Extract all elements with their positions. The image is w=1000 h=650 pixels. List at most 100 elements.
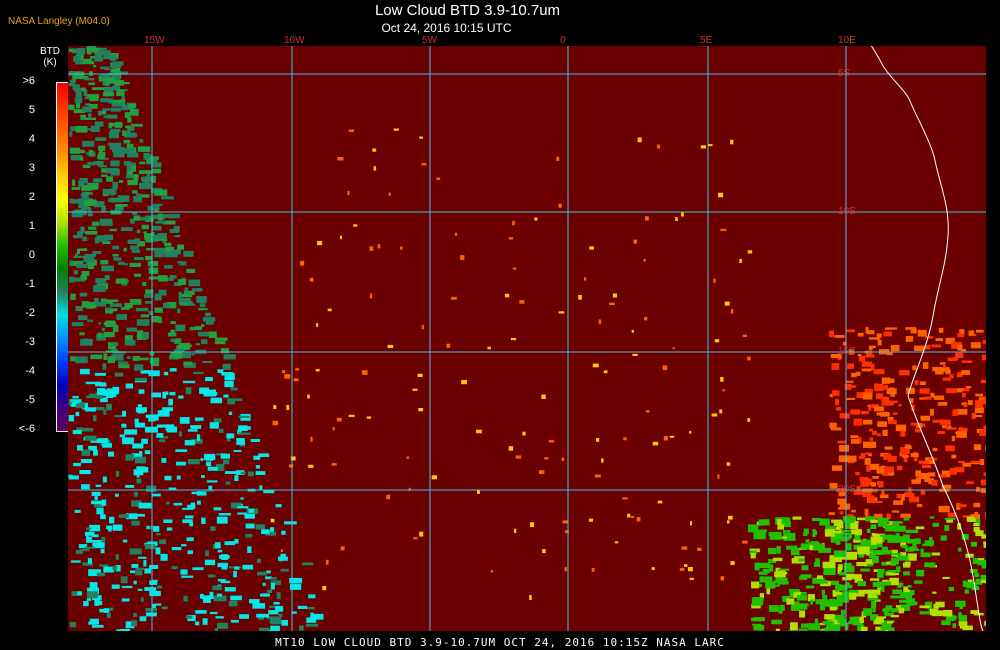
cloud-pixel bbox=[974, 512, 979, 519]
cloud-pixel bbox=[792, 516, 802, 520]
cloud-pixel bbox=[758, 519, 766, 526]
cloud-pixel bbox=[643, 258, 646, 262]
cloud-pixel bbox=[105, 167, 119, 174]
cloud-pixel bbox=[870, 524, 877, 529]
cloud-pixel bbox=[720, 377, 724, 382]
cloud-pixel bbox=[115, 554, 119, 560]
cloud-pixel bbox=[133, 580, 137, 585]
cloud-pixel bbox=[217, 562, 228, 568]
cloud-pixel bbox=[68, 415, 75, 422]
cloud-pixel bbox=[139, 616, 147, 622]
cloud-pixel bbox=[237, 506, 249, 509]
cloud-pixel bbox=[107, 356, 115, 364]
cloud-pixel bbox=[79, 332, 85, 336]
cloud-pixel bbox=[931, 552, 941, 556]
cloud-pixel bbox=[679, 567, 685, 571]
cloud-pixel bbox=[188, 279, 201, 287]
cloud-pixel bbox=[796, 595, 807, 601]
cloud-pixel bbox=[924, 562, 936, 568]
cloud-pixel bbox=[127, 117, 132, 123]
cloud-pixel bbox=[603, 370, 608, 374]
cloud-pixel bbox=[867, 443, 873, 449]
cloud-pixel bbox=[421, 325, 425, 330]
cloud-pixel bbox=[299, 260, 305, 266]
cloud-pixel bbox=[135, 407, 147, 413]
cloud-pixel bbox=[100, 174, 108, 177]
cloud-pixel bbox=[490, 570, 493, 573]
cloud-pixel bbox=[139, 139, 144, 143]
cloud-pixel bbox=[730, 139, 734, 145]
cloud-pixel bbox=[69, 622, 77, 628]
cloud-pixel bbox=[868, 406, 872, 411]
cloud-pixel bbox=[255, 471, 266, 475]
legend-tick-label: -3 bbox=[25, 336, 35, 348]
cloud-pixel bbox=[835, 407, 842, 411]
cloud-pixel bbox=[136, 319, 150, 326]
cloud-pixel bbox=[270, 527, 275, 532]
cloud-pixel bbox=[882, 429, 888, 436]
cloud-pixel bbox=[952, 409, 959, 416]
cloud-pixel bbox=[589, 246, 594, 250]
cloud-pixel bbox=[183, 250, 194, 257]
cloud-pixel bbox=[534, 217, 538, 221]
cloud-pixel bbox=[815, 558, 820, 563]
cloud-pixel bbox=[136, 466, 146, 472]
cloud-pixel bbox=[920, 548, 924, 556]
cloud-pixel bbox=[238, 432, 251, 435]
cloud-pixel bbox=[94, 121, 104, 127]
cloud-pixel bbox=[224, 587, 236, 592]
cloud-pixel bbox=[91, 221, 100, 226]
cloud-pixel bbox=[139, 161, 146, 165]
cloud-pixel bbox=[210, 397, 223, 404]
legend-tick-label: 1 bbox=[28, 220, 35, 232]
cloud-pixel bbox=[662, 365, 668, 371]
cloud-pixel bbox=[909, 496, 920, 503]
cloud-pixel bbox=[548, 440, 555, 443]
cloud-pixel bbox=[222, 459, 230, 465]
cloud-pixel bbox=[102, 92, 115, 97]
cloud-pixel bbox=[135, 570, 143, 576]
cloud-pixel bbox=[975, 530, 984, 537]
cloud-pixel bbox=[508, 237, 514, 240]
cloud-pixel bbox=[88, 113, 92, 118]
cloud-pixel bbox=[230, 387, 238, 391]
cloud-pixel bbox=[112, 245, 119, 250]
cloud-pixel bbox=[249, 599, 260, 604]
cloud-pixel bbox=[98, 322, 102, 325]
cloud-pixel bbox=[100, 298, 108, 302]
cloud-pixel bbox=[388, 192, 391, 196]
cloud-pixel bbox=[168, 398, 173, 406]
cloud-pixel bbox=[821, 589, 825, 595]
cloud-pixel bbox=[771, 619, 783, 625]
cloud-pixel bbox=[872, 556, 879, 564]
cloud-pixel bbox=[890, 553, 902, 556]
cloud-pixel bbox=[195, 621, 200, 626]
cloud-pixel bbox=[968, 400, 973, 405]
cloud-pixel bbox=[208, 574, 216, 578]
cloud-pixel bbox=[73, 270, 78, 275]
cloud-pixel bbox=[217, 549, 223, 553]
cloud-pixel bbox=[377, 244, 381, 249]
cloud-pixel bbox=[187, 550, 193, 555]
cloud-pixel bbox=[829, 422, 837, 429]
cloud-pixel bbox=[872, 430, 877, 436]
cloud-pixel bbox=[905, 529, 918, 534]
cloud-pixel bbox=[867, 594, 877, 598]
cloud-pixel bbox=[853, 418, 863, 426]
cloud-pixel bbox=[84, 117, 97, 120]
cloud-pixel bbox=[233, 570, 237, 578]
cloud-pixel bbox=[949, 468, 957, 475]
cloud-pixel bbox=[900, 430, 906, 437]
cloud-pixel bbox=[846, 329, 855, 333]
cloud-pixel bbox=[651, 567, 655, 570]
cloud-pixel bbox=[112, 147, 125, 153]
cloud-pixel bbox=[951, 454, 957, 459]
cloud-pixel bbox=[454, 232, 458, 236]
cloud-pixel bbox=[981, 480, 986, 486]
cloud-pixel bbox=[865, 452, 872, 455]
cloud-pixel bbox=[103, 409, 107, 415]
cloud-pixel bbox=[168, 487, 177, 490]
cloud-pixel bbox=[118, 261, 125, 265]
cloud-pixel bbox=[937, 402, 948, 406]
cloud-pixel bbox=[144, 544, 156, 550]
